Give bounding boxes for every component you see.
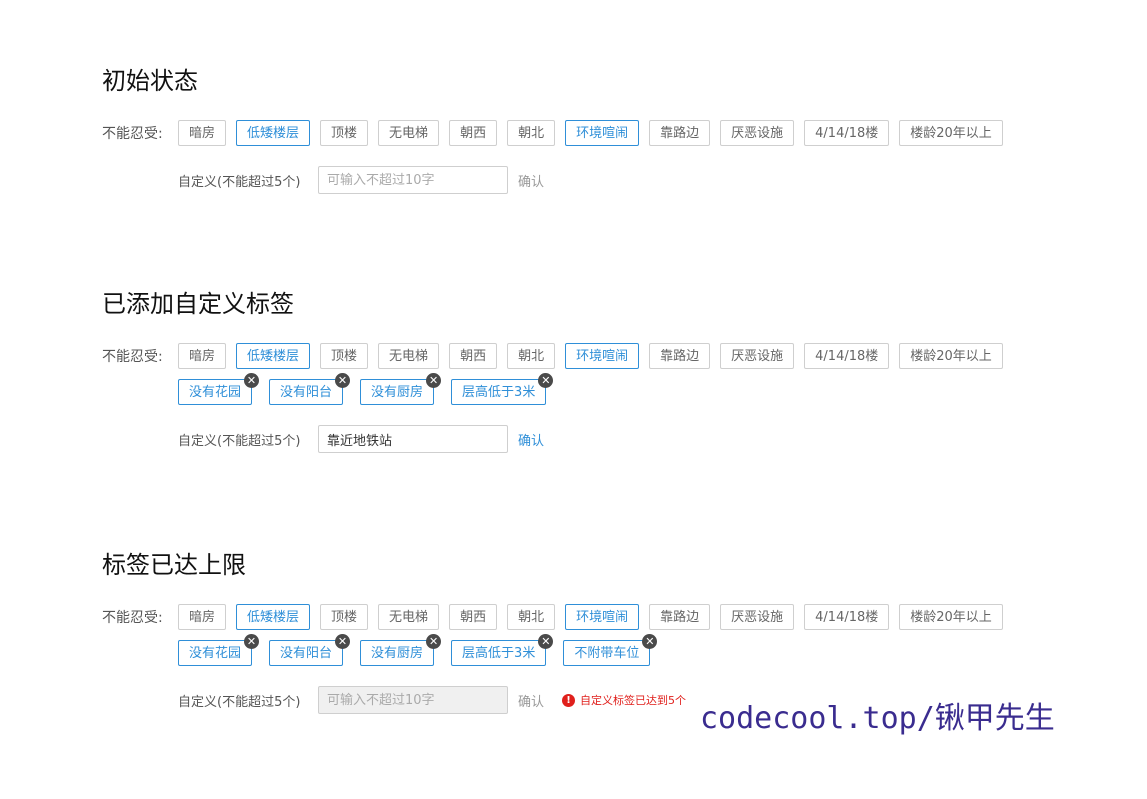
section-title: 初始状态: [102, 67, 198, 95]
row-label: 不能忍受:: [102, 610, 163, 626]
row-label: 不能忍受:: [102, 126, 163, 142]
custom-row: 自定义(不能超过5个) 确认: [178, 166, 1102, 194]
error-icon: !: [562, 693, 576, 707]
tag-row: 不能忍受: 暗房 低矮楼层 顶楼 无电梯 朝西 朝北 环境喧闹 靠路边 厌恶设施 4/14/18楼…: [102, 604, 1102, 676]
tag-option[interactable]: 低矮楼层: [236, 120, 311, 146]
custom-input[interactable]: [318, 686, 508, 714]
tag-option[interactable]: 顶楼: [320, 604, 369, 630]
tag-option[interactable]: 厌恶设施: [720, 604, 795, 630]
close-icon[interactable]: ✕: [335, 634, 351, 649]
tag-option[interactable]: 楼龄20年以上: [899, 604, 1003, 630]
tag-option[interactable]: 环境喧闹: [565, 120, 640, 146]
confirm-button[interactable]: 确认: [518, 171, 544, 190]
custom-tag-label: 没有花园: [189, 385, 242, 400]
tag-list: 暗房 低矮楼层 顶楼 无电梯 朝西 朝北 环境喧闹 靠路边 厌恶设施 4/14/18楼 楼龄20年以…: [178, 604, 1058, 676]
tag-option[interactable]: 厌恶设施: [720, 343, 795, 369]
custom-tag[interactable]: 层高低于3米 ✕: [451, 634, 554, 666]
close-icon[interactable]: ✕: [426, 373, 442, 388]
tag-list: 暗房 低矮楼层 顶楼 无电梯 朝西 朝北 环境喧闹 靠路边 厌恶设施 4/14/18楼 楼龄20年以…: [178, 120, 1058, 156]
close-icon[interactable]: ✕: [426, 634, 442, 649]
tag-option[interactable]: 环境喧闹: [565, 604, 640, 630]
custom-input[interactable]: [318, 166, 508, 194]
tag-option[interactable]: 朝北: [507, 604, 556, 630]
tag-row: 不能忍受: 暗房 低矮楼层 顶楼 无电梯 朝西 朝北 环境喧闹 靠路边 厌恶设施 4/14/18楼…: [102, 343, 1102, 415]
tag-row: 不能忍受: 暗房 低矮楼层 顶楼 无电梯 朝西 朝北 环境喧闹 靠路边 厌恶设施 4/14/18楼…: [102, 120, 1102, 156]
tag-option[interactable]: 朝西: [449, 343, 498, 369]
custom-tag[interactable]: 没有阳台 ✕: [269, 634, 351, 666]
tag-option[interactable]: 暗房: [178, 604, 227, 630]
section-limit-reached: 标签已达上限 不能忍受: 暗房 低矮楼层 顶楼 无电梯 朝西 朝北 环境喧闹 靠路边 厌恶设施 4…: [102, 550, 1102, 714]
row-label: 不能忍受:: [102, 349, 163, 365]
section-initial: 初始状态 不能忍受: 暗房 低矮楼层 顶楼 无电梯 朝西 朝北 环境喧闹 靠路边 厌恶设施 4/1…: [102, 66, 1102, 194]
tag-option[interactable]: 暗房: [178, 120, 227, 146]
custom-tag[interactable]: 没有阳台 ✕: [269, 373, 351, 405]
close-icon[interactable]: ✕: [335, 373, 351, 388]
close-icon[interactable]: ✕: [244, 634, 260, 649]
tag-option[interactable]: 朝北: [507, 120, 556, 146]
section-custom-added: 已添加自定义标签 不能忍受: 暗房 低矮楼层 顶楼 无电梯 朝西 朝北 环境喧闹 靠路边 厌恶设…: [102, 289, 1102, 453]
custom-row: 自定义(不能超过5个) 确认: [178, 425, 1102, 453]
tag-option[interactable]: 顶楼: [320, 343, 369, 369]
custom-tag-label: 没有厨房: [371, 385, 424, 400]
tag-option[interactable]: 靠路边: [649, 120, 711, 146]
tag-option[interactable]: 无电梯: [378, 343, 440, 369]
custom-tag[interactable]: 层高低于3米 ✕: [451, 373, 554, 405]
tag-option[interactable]: 无电梯: [378, 604, 440, 630]
custom-label: 自定义(不能超过5个): [178, 433, 301, 449]
custom-tag[interactable]: 没有花园 ✕: [178, 634, 260, 666]
custom-label: 自定义(不能超过5个): [178, 694, 301, 710]
tag-option[interactable]: 楼龄20年以上: [899, 120, 1003, 146]
close-icon[interactable]: ✕: [642, 634, 658, 649]
tag-option[interactable]: 无电梯: [378, 120, 440, 146]
tag-option[interactable]: 暗房: [178, 343, 227, 369]
custom-tag-label: 没有阳台: [280, 646, 333, 661]
custom-tag[interactable]: 不附带车位 ✕: [563, 634, 658, 666]
tag-option[interactable]: 低矮楼层: [236, 343, 311, 369]
tag-option[interactable]: 低矮楼层: [236, 604, 311, 630]
tag-list: 暗房 低矮楼层 顶楼 无电梯 朝西 朝北 环境喧闹 靠路边 厌恶设施 4/14/18楼 楼龄20年以…: [178, 343, 1058, 415]
confirm-button[interactable]: 确认: [518, 691, 544, 710]
watermark: codecool.top/锹甲先生: [700, 701, 1055, 736]
section-title: 标签已达上限: [102, 551, 246, 579]
tag-option[interactable]: 朝西: [449, 120, 498, 146]
tag-option[interactable]: 环境喧闹: [565, 343, 640, 369]
custom-input[interactable]: [318, 425, 508, 453]
close-icon[interactable]: ✕: [538, 373, 554, 388]
custom-tag-label: 层高低于3米: [462, 385, 536, 400]
tag-option[interactable]: 靠路边: [649, 343, 711, 369]
close-icon[interactable]: ✕: [538, 634, 554, 649]
tag-option[interactable]: 4/14/18楼: [804, 120, 890, 146]
tag-option[interactable]: 顶楼: [320, 120, 369, 146]
close-icon[interactable]: ✕: [244, 373, 260, 388]
tag-option[interactable]: 朝北: [507, 343, 556, 369]
tag-option[interactable]: 楼龄20年以上: [899, 343, 1003, 369]
tag-option[interactable]: 厌恶设施: [720, 120, 795, 146]
custom-tag[interactable]: 没有厨房 ✕: [360, 373, 442, 405]
custom-tag-label: 没有阳台: [280, 385, 333, 400]
custom-label: 自定义(不能超过5个): [178, 174, 301, 190]
tag-option[interactable]: 4/14/18楼: [804, 343, 890, 369]
tag-option[interactable]: 靠路边: [649, 604, 711, 630]
tag-option[interactable]: 朝西: [449, 604, 498, 630]
custom-tag-label: 层高低于3米: [462, 646, 536, 661]
custom-tag[interactable]: 没有花园 ✕: [178, 373, 260, 405]
custom-tag-label: 不附带车位: [574, 646, 640, 661]
custom-tag-label: 没有花园: [189, 646, 242, 661]
confirm-button[interactable]: 确认: [518, 430, 544, 449]
custom-tag[interactable]: 没有厨房 ✕: [360, 634, 442, 666]
section-title: 已添加自定义标签: [102, 290, 294, 318]
tag-option[interactable]: 4/14/18楼: [804, 604, 890, 630]
custom-tag-label: 没有厨房: [371, 646, 424, 661]
error-text: 自定义标签已达到5个: [580, 694, 687, 707]
error-message: ! 自定义标签已达到5个: [562, 692, 686, 708]
